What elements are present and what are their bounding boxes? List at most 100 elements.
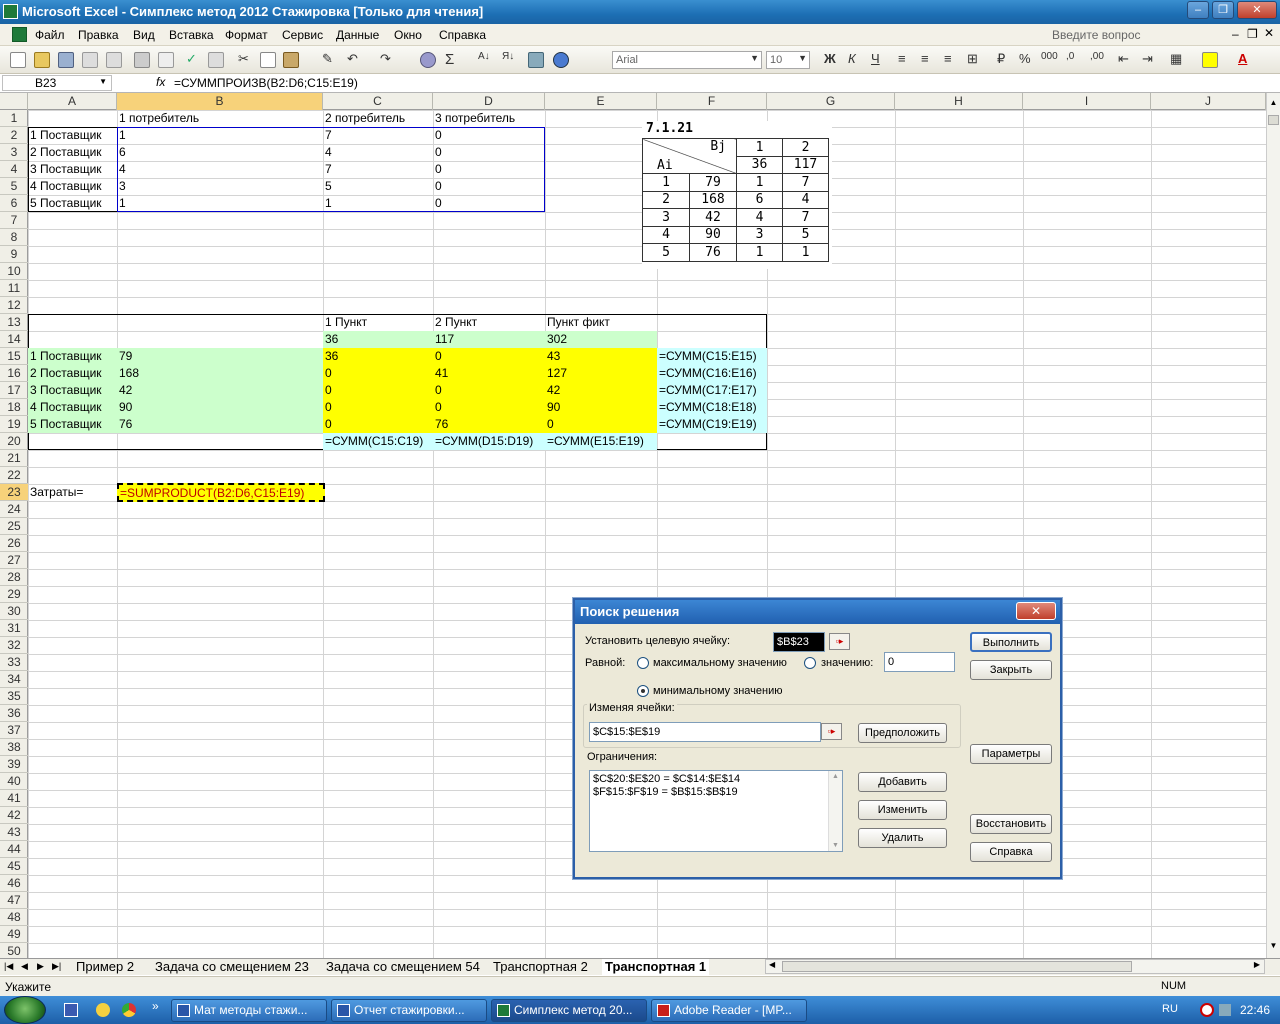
close-button[interactable]: Закрыть bbox=[970, 660, 1052, 680]
row-header-21[interactable]: 21 bbox=[0, 450, 28, 467]
cell-d18[interactable]: 0 bbox=[433, 399, 545, 416]
close-window-button[interactable]: ✕ bbox=[1237, 1, 1277, 19]
row-header-18[interactable]: 18 bbox=[0, 399, 28, 416]
row-header-25[interactable]: 25 bbox=[0, 518, 28, 535]
vertical-scrollbar[interactable]: ▲ ▼ bbox=[1266, 93, 1280, 958]
cell-a17[interactable]: 3 Поставщик bbox=[28, 382, 117, 399]
column-header-c[interactable]: C bbox=[323, 93, 433, 110]
select-all-corner[interactable] bbox=[0, 93, 28, 110]
scroll-up-icon[interactable]: ▲ bbox=[1268, 98, 1279, 114]
cell-e17[interactable]: 42 bbox=[545, 382, 657, 399]
currency-icon[interactable]: ₽ bbox=[997, 51, 1005, 67]
cell-b18[interactable]: 90 bbox=[117, 399, 323, 416]
dialog-help-button[interactable]: Справка bbox=[970, 842, 1052, 862]
borders-icon[interactable]: ▦ bbox=[1170, 51, 1182, 67]
cell-c16[interactable]: 0 bbox=[323, 365, 433, 382]
doc-restore-icon[interactable]: ❐ bbox=[1247, 27, 1258, 41]
cell-c13[interactable]: 1 Пункт bbox=[323, 314, 433, 331]
taskbar-item-adobe[interactable]: Adobe Reader - [MP... bbox=[651, 999, 807, 1022]
increase-decimal-icon[interactable]: ,0 bbox=[1066, 51, 1074, 62]
spelling-icon[interactable]: ✓ bbox=[186, 51, 197, 67]
row-header-42[interactable]: 42 bbox=[0, 807, 28, 824]
cell-b16[interactable]: 168 bbox=[117, 365, 323, 382]
delete-constraint-button[interactable]: Удалить bbox=[858, 828, 947, 848]
row-header-22[interactable]: 22 bbox=[0, 467, 28, 484]
sheet-tab-transport-1[interactable]: Транспортная 1 bbox=[602, 959, 710, 976]
merge-center-icon[interactable]: ⊞ bbox=[967, 51, 978, 67]
row-header-30[interactable]: 30 bbox=[0, 603, 28, 620]
prev-sheet-icon[interactable]: ◀ bbox=[21, 959, 28, 976]
row-header-48[interactable]: 48 bbox=[0, 909, 28, 926]
row-header-26[interactable]: 26 bbox=[0, 535, 28, 552]
decrease-decimal-icon[interactable]: ,00 bbox=[1090, 51, 1104, 62]
restore-button[interactable]: ❐ bbox=[1212, 1, 1234, 19]
row-header-31[interactable]: 31 bbox=[0, 620, 28, 637]
row-header-49[interactable]: 49 bbox=[0, 926, 28, 943]
column-header-j[interactable]: J bbox=[1151, 93, 1266, 110]
radio-min[interactable] bbox=[637, 685, 649, 697]
cell-b4[interactable]: 4 bbox=[117, 161, 126, 178]
row-header-28[interactable]: 28 bbox=[0, 569, 28, 586]
cell-a18[interactable]: 4 Поставщик bbox=[28, 399, 117, 416]
cell-e13[interactable]: Пункт фикт bbox=[545, 314, 657, 331]
cell-b3[interactable]: 6 bbox=[117, 144, 126, 161]
cell-a23[interactable]: Затраты= bbox=[28, 484, 83, 501]
row-header-41[interactable]: 41 bbox=[0, 790, 28, 807]
cell-a3[interactable]: 2 Поставщик bbox=[28, 144, 102, 161]
format-painter-icon[interactable]: ✎ bbox=[322, 51, 333, 67]
cell-f17[interactable]: =СУММ(C17:E17) bbox=[657, 382, 767, 399]
target-cell-collapse-icon[interactable]: ▫▸ bbox=[829, 633, 850, 650]
cell-d15[interactable]: 0 bbox=[433, 348, 545, 365]
sort-descending-icon[interactable]: Я↓ bbox=[502, 51, 514, 62]
row-header-36[interactable]: 36 bbox=[0, 705, 28, 722]
row-header-38[interactable]: 38 bbox=[0, 739, 28, 756]
sort-ascending-icon[interactable]: A↓ bbox=[478, 51, 490, 62]
sheet-tab-offset-23[interactable]: Задача со смещением 23 bbox=[155, 959, 309, 976]
row-header-10[interactable]: 10 bbox=[0, 263, 28, 280]
increase-indent-icon[interactable]: ⇥ bbox=[1142, 51, 1153, 67]
column-header-h[interactable]: H bbox=[895, 93, 1023, 110]
menu-format[interactable]: Формат bbox=[225, 28, 268, 42]
cell-d2[interactable]: 0 bbox=[433, 127, 442, 144]
cell-c4[interactable]: 7 bbox=[323, 161, 332, 178]
hyperlink-icon[interactable] bbox=[420, 52, 436, 68]
row-header-43[interactable]: 43 bbox=[0, 824, 28, 841]
options-button[interactable]: Параметры bbox=[970, 744, 1052, 764]
explorer-icon[interactable] bbox=[96, 1003, 110, 1017]
row-header-3[interactable]: 3 bbox=[0, 144, 28, 161]
solve-button[interactable]: Выполнить bbox=[970, 632, 1052, 652]
doc-minimize-icon[interactable]: ‒ bbox=[1232, 27, 1239, 41]
chrome-icon[interactable] bbox=[122, 1003, 136, 1017]
cell-c6[interactable]: 1 bbox=[323, 195, 332, 212]
menu-insert[interactable]: Вставка bbox=[169, 28, 214, 42]
cell-d4[interactable]: 0 bbox=[433, 161, 442, 178]
help-question-input[interactable]: Введите вопрос bbox=[1052, 28, 1141, 42]
reset-all-button[interactable]: Восстановить bbox=[970, 814, 1052, 834]
menu-view[interactable]: Вид bbox=[133, 28, 155, 42]
print-icon[interactable] bbox=[134, 52, 150, 68]
cell-a5[interactable]: 4 Поставщик bbox=[28, 178, 102, 195]
row-header-14[interactable]: 14 bbox=[0, 331, 28, 348]
cell-e16[interactable]: 127 bbox=[545, 365, 657, 382]
antivirus-icon[interactable] bbox=[1200, 1003, 1214, 1017]
row-header-34[interactable]: 34 bbox=[0, 671, 28, 688]
save-icon[interactable] bbox=[58, 52, 74, 68]
menu-file[interactable]: Файл bbox=[35, 28, 65, 42]
cell-d13[interactable]: 2 Пункт bbox=[433, 314, 545, 331]
cell-a2[interactable]: 1 Поставщик bbox=[28, 127, 102, 144]
horizontal-scroll-thumb[interactable] bbox=[782, 961, 1132, 972]
constraints-scroll-up-icon[interactable]: ▲ bbox=[832, 773, 839, 780]
row-header-16[interactable]: 16 bbox=[0, 365, 28, 382]
taskbar-item-excel[interactable]: Симплекс метод 20... bbox=[491, 999, 647, 1022]
guess-button[interactable]: Предположить bbox=[858, 723, 947, 743]
cell-a6[interactable]: 5 Поставщик bbox=[28, 195, 102, 212]
font-color-icon[interactable]: A bbox=[1238, 51, 1247, 66]
row-header-17[interactable]: 17 bbox=[0, 382, 28, 399]
language-indicator[interactable]: RU bbox=[1162, 1003, 1178, 1015]
thousands-icon[interactable]: 000 bbox=[1041, 51, 1058, 62]
scroll-left-icon[interactable]: ◀ bbox=[769, 960, 775, 969]
cell-a15[interactable]: 1 Поставщик bbox=[28, 348, 117, 365]
row-header-39[interactable]: 39 bbox=[0, 756, 28, 773]
add-constraint-button[interactable]: Добавить bbox=[858, 772, 947, 792]
row-header-11[interactable]: 11 bbox=[0, 280, 28, 297]
